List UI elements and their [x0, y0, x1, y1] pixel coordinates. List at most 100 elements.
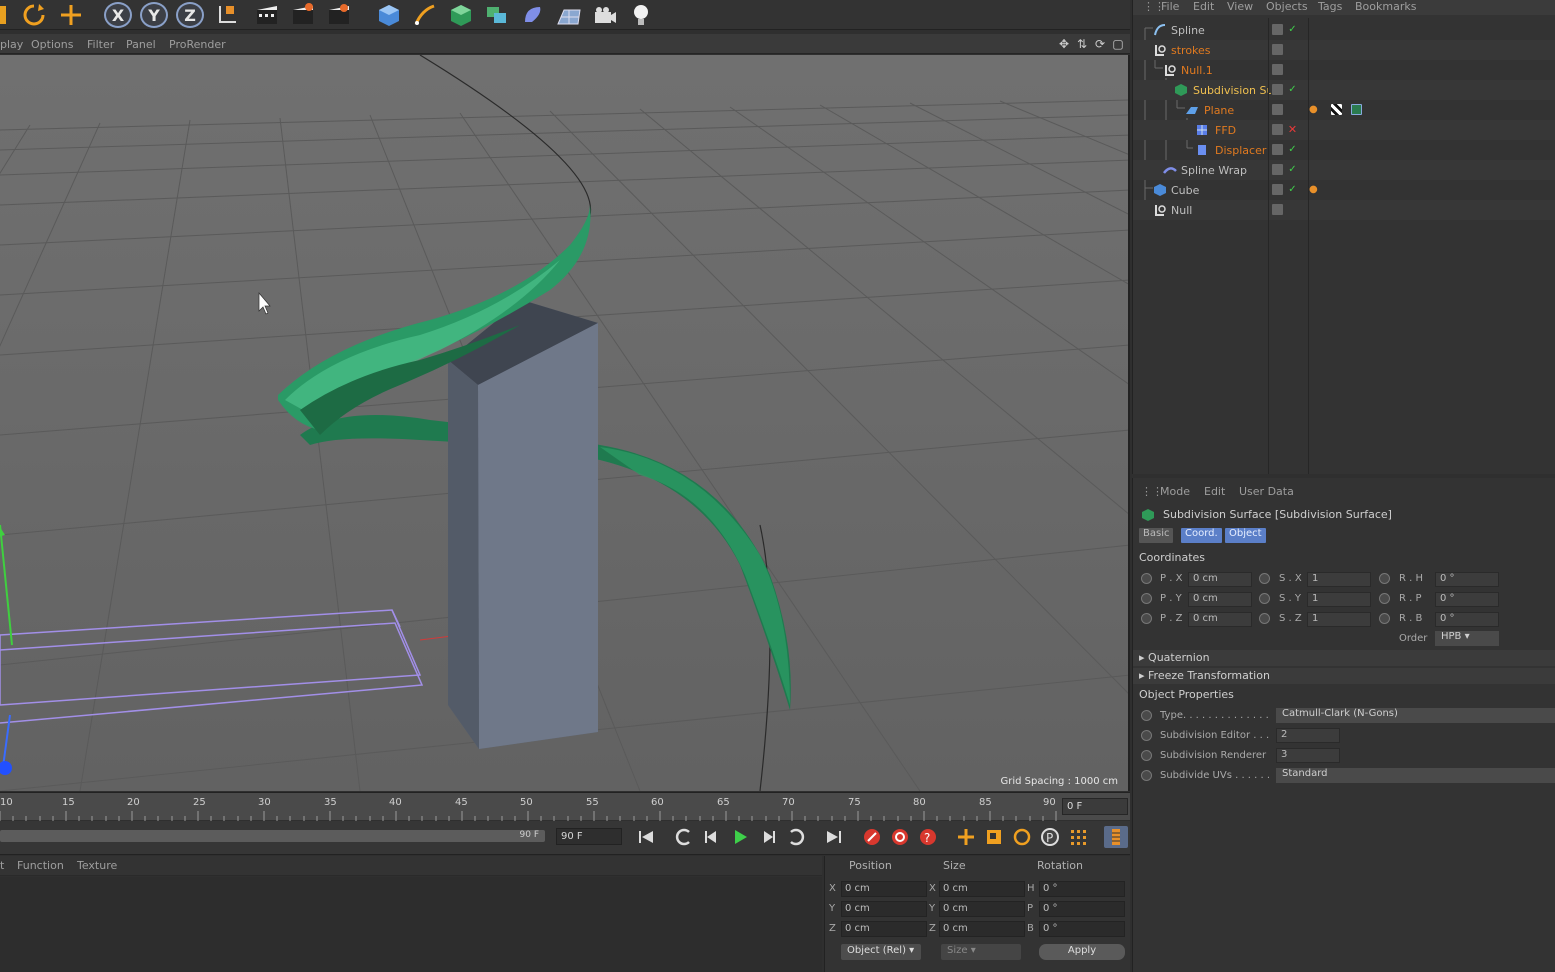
- menu-prorender[interactable]: ProRender: [169, 38, 226, 51]
- menu-mode[interactable]: Mode: [1160, 485, 1190, 498]
- object-row-displacer[interactable]: Displacer ✓: [1133, 140, 1555, 160]
- live-select-icon[interactable]: [0, 1, 16, 28]
- rotate-view-icon[interactable]: ⟳: [1092, 36, 1108, 52]
- disabled-cross-icon[interactable]: ✕: [1287, 124, 1298, 135]
- y-axis-lock-button[interactable]: Y: [140, 2, 168, 28]
- subdivide-uvs-select[interactable]: Standard: [1276, 768, 1555, 783]
- point-level-key-icon[interactable]: [1066, 826, 1090, 848]
- position-key-icon[interactable]: [954, 826, 978, 848]
- menu-tags[interactable]: Tags: [1318, 0, 1342, 13]
- keyframe-toggle[interactable]: [1259, 593, 1270, 604]
- pos-x-field[interactable]: 0 cm: [1188, 572, 1252, 587]
- maximize-view-icon[interactable]: ▢: [1110, 36, 1126, 52]
- keyframe-toggle[interactable]: [1259, 613, 1270, 624]
- scale-x-field[interactable]: 1: [1307, 572, 1371, 587]
- play-forward-icon[interactable]: [728, 826, 752, 848]
- size-z-field[interactable]: 0 cm: [939, 921, 1025, 937]
- rotation-order-select[interactable]: HPB ▾: [1435, 631, 1499, 646]
- object-row-spline-wrap[interactable]: Spline Wrap ✓: [1133, 160, 1555, 180]
- menu-filter[interactable]: Filter: [87, 38, 114, 51]
- menu-options[interactable]: Options: [31, 38, 73, 51]
- enabled-check-icon[interactable]: ✓: [1287, 144, 1298, 155]
- current-frame-field[interactable]: 0 F: [1062, 798, 1128, 815]
- keyframe-toggle[interactable]: [1141, 770, 1152, 781]
- menu-texture[interactable]: Texture: [77, 859, 117, 872]
- menu-create[interactable]: t: [0, 859, 4, 872]
- coordinate-mode-select[interactable]: Object (Rel) ▾: [841, 944, 921, 960]
- parameter-key-icon[interactable]: P: [1038, 826, 1062, 848]
- enabled-check-icon[interactable]: ✓: [1287, 84, 1298, 95]
- subdivision-editor-field[interactable]: 2: [1276, 728, 1340, 743]
- keyframe-toggle[interactable]: [1141, 750, 1152, 761]
- apply-button[interactable]: Apply: [1039, 944, 1125, 960]
- enabled-check-icon[interactable]: ✓: [1287, 184, 1298, 195]
- move-tool-icon[interactable]: [56, 1, 86, 28]
- perspective-viewport[interactable]: Grid Spacing : 1000 cm: [0, 55, 1130, 791]
- timeline-ruler[interactable]: 10 15 20 25 30 35 40 45 50 55 60 65 70 7…: [0, 792, 1130, 821]
- menu-panel[interactable]: Panel: [126, 38, 156, 51]
- pos-y-field[interactable]: 0 cm: [1188, 592, 1252, 607]
- position-z-field[interactable]: 0 cm: [841, 921, 927, 937]
- texture-tag-icon[interactable]: [1331, 104, 1342, 115]
- rotation-b-field[interactable]: 0 °: [1039, 921, 1125, 937]
- pos-z-field[interactable]: 0 cm: [1188, 612, 1252, 627]
- material-tag-icon[interactable]: [1351, 104, 1362, 115]
- autokeying-icon[interactable]: [888, 826, 912, 848]
- camera-object-icon[interactable]: [590, 1, 620, 28]
- scale-z-field[interactable]: 1: [1307, 612, 1371, 627]
- keyframe-toggle[interactable]: [1141, 613, 1152, 624]
- object-row-plane[interactable]: Plane ●: [1133, 100, 1555, 120]
- array-generator-icon[interactable]: [482, 1, 512, 28]
- object-row-strokes[interactable]: strokes: [1133, 40, 1555, 60]
- subdivision-renderer-field[interactable]: 3: [1276, 748, 1340, 763]
- keyframe-toggle[interactable]: [1141, 730, 1152, 741]
- tab-object[interactable]: Object: [1225, 528, 1266, 543]
- dolly-view-icon[interactable]: ⇅: [1074, 36, 1090, 52]
- object-row-subdivision-surface[interactable]: Subdivision Su ✓: [1133, 80, 1555, 100]
- menu-edit[interactable]: Edit: [1204, 485, 1225, 498]
- timeline-layout-icon[interactable]: [1104, 826, 1128, 848]
- menu-view[interactable]: View: [1227, 0, 1253, 13]
- rot-p-field[interactable]: 0 °: [1435, 592, 1499, 607]
- size-mode-select[interactable]: Size ▾: [941, 944, 1021, 960]
- preview-range-slider[interactable]: 90 F: [0, 830, 545, 842]
- menu-file[interactable]: File: [1161, 0, 1179, 13]
- object-row-spline[interactable]: Spline ✓: [1133, 20, 1555, 40]
- light-object-icon[interactable]: [626, 1, 656, 28]
- keyframe-toggle[interactable]: [1379, 573, 1390, 584]
- keyframe-toggle[interactable]: [1259, 573, 1270, 584]
- enabled-check-icon[interactable]: ✓: [1287, 24, 1298, 35]
- object-row-ffd[interactable]: FFD ✕: [1133, 120, 1555, 140]
- rotation-p-field[interactable]: 0 °: [1039, 901, 1125, 917]
- column-divider[interactable]: [1268, 18, 1269, 474]
- go-to-start-icon[interactable]: [634, 826, 658, 848]
- column-divider[interactable]: [1308, 18, 1309, 474]
- keyframe-selection-icon[interactable]: ?: [916, 826, 940, 848]
- previous-frame-icon[interactable]: [700, 826, 724, 848]
- menu-bookmarks[interactable]: Bookmarks: [1355, 0, 1416, 13]
- keyframe-toggle[interactable]: [1379, 593, 1390, 604]
- rot-b-field[interactable]: 0 °: [1435, 612, 1499, 627]
- rotation-key-icon[interactable]: [1010, 826, 1034, 848]
- enabled-check-icon[interactable]: ✓: [1287, 164, 1298, 175]
- menu-user-data[interactable]: User Data: [1239, 485, 1294, 498]
- quaternion-section[interactable]: ▸ Quaternion: [1133, 650, 1555, 666]
- tab-coord[interactable]: Coord.: [1181, 528, 1222, 543]
- tab-basic[interactable]: Basic: [1139, 528, 1174, 543]
- rot-h-field[interactable]: 0 °: [1435, 572, 1499, 587]
- keyframe-toggle[interactable]: [1141, 573, 1152, 584]
- scale-y-field[interactable]: 1: [1307, 592, 1371, 607]
- phong-tag-icon[interactable]: ●: [1309, 184, 1320, 195]
- render-to-picture-viewer-icon[interactable]: [288, 1, 318, 28]
- next-frame-icon[interactable]: [756, 826, 780, 848]
- keyframe-toggle[interactable]: [1141, 710, 1152, 721]
- object-row-null-1[interactable]: Null.1: [1133, 60, 1555, 80]
- menu-edit[interactable]: Edit: [1193, 0, 1214, 13]
- deformer-icon[interactable]: [518, 1, 548, 28]
- render-view-icon[interactable]: [252, 1, 282, 28]
- keyframe-toggle[interactable]: [1141, 593, 1152, 604]
- record-active-objects-icon[interactable]: [860, 826, 884, 848]
- pen-spline-icon[interactable]: [410, 1, 440, 28]
- end-frame-field[interactable]: 90 F: [556, 828, 622, 845]
- menu-function[interactable]: Function: [17, 859, 64, 872]
